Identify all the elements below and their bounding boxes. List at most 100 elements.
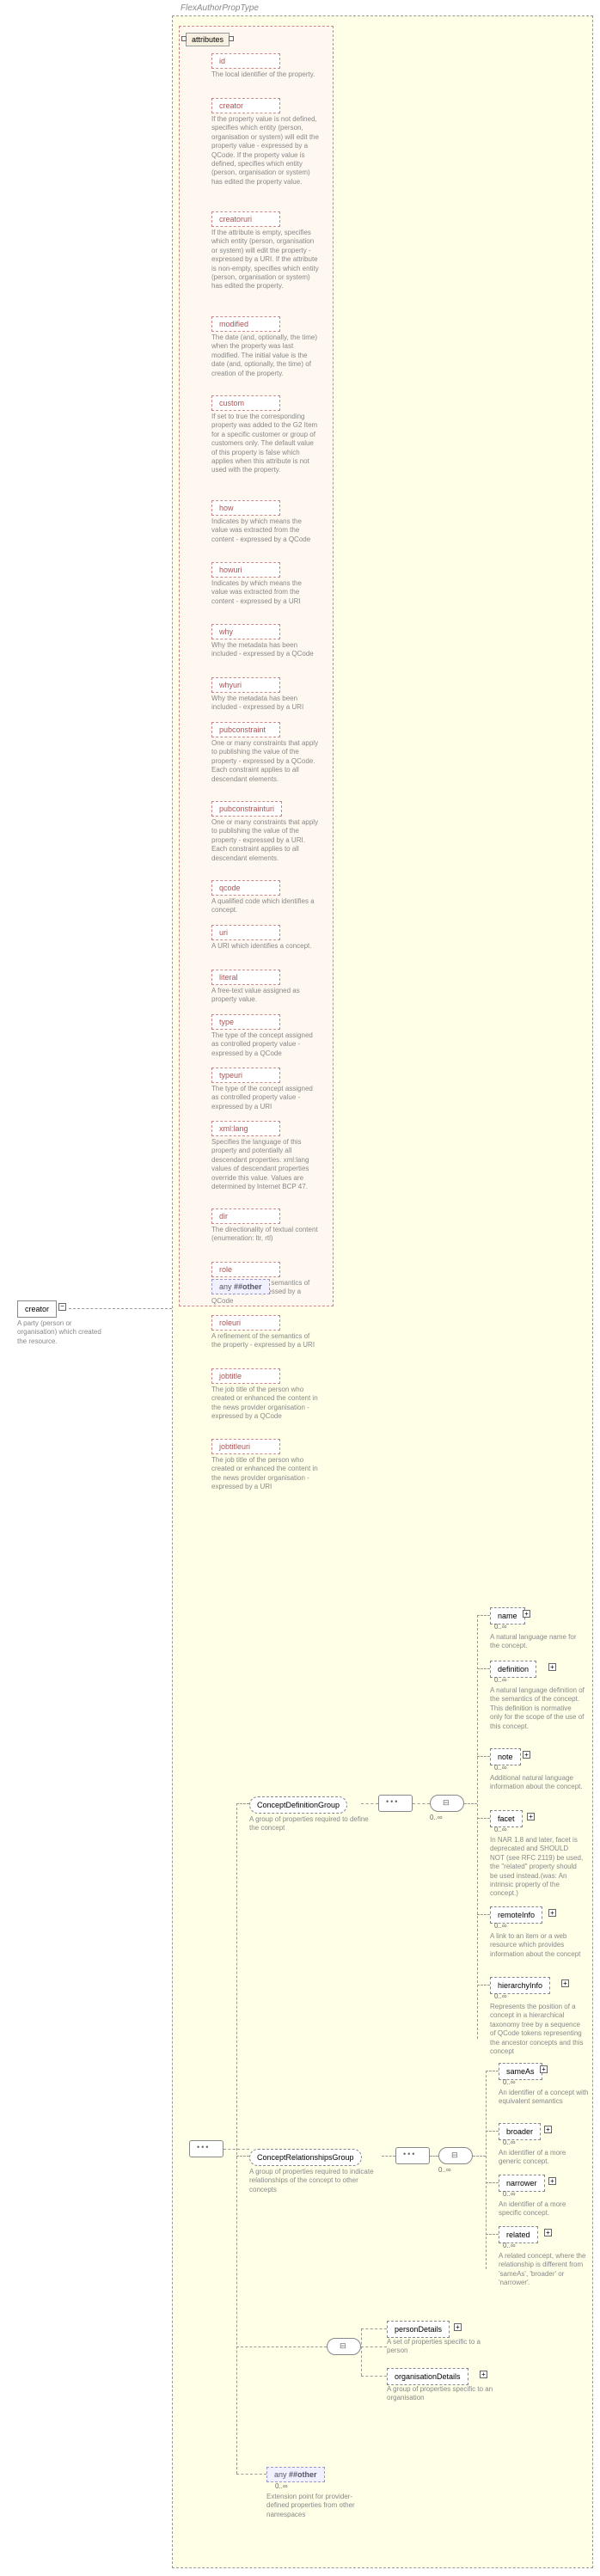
person-desc: A set of properties specific to a person — [387, 2338, 490, 2356]
attr-literal[interactable]: literal — [211, 970, 280, 985]
expand-icon[interactable]: + — [548, 1663, 556, 1671]
attr-role[interactable]: role — [211, 1262, 280, 1277]
sequence-icon — [189, 2140, 223, 2157]
expand-icon[interactable]: − — [58, 1303, 66, 1311]
attr-pubconstrainturi[interactable]: pubconstrainturi — [211, 801, 282, 817]
person-details[interactable]: personDetails — [387, 2321, 450, 2338]
elem-sameAs[interactable]: sameAs — [499, 2063, 542, 2080]
elem-desc: An identifier of a more generic concept. — [499, 2149, 589, 2167]
crg-group[interactable]: ConceptRelationshipsGroup — [249, 2149, 362, 2166]
elem-broader[interactable]: broader — [499, 2123, 541, 2140]
cardinality: 0..∞ — [494, 1922, 507, 1930]
elem-facet[interactable]: facet — [490, 1810, 523, 1827]
attributes-label: attributes — [192, 35, 223, 44]
expand-icon[interactable]: + — [523, 1610, 530, 1618]
root-desc: A party (person or organisation) which c… — [17, 1319, 103, 1346]
cardinality: 0..∞ — [494, 1623, 507, 1631]
expand-icon[interactable]: + — [527, 1813, 535, 1820]
cardinality: 0..∞ — [494, 1764, 507, 1771]
attr-desc: A free-text value assigned as property v… — [211, 987, 319, 1005]
attr-desc: The type of the concept assigned as cont… — [211, 1031, 319, 1058]
elem-narrower[interactable]: narrower — [499, 2175, 545, 2192]
cardinality: 0..∞ — [494, 1676, 507, 1684]
attr-modified[interactable]: modified — [211, 316, 280, 332]
attr-desc: The date (and, optionally, the time) whe… — [211, 333, 319, 378]
attributes-box[interactable]: attributes — [186, 33, 230, 46]
attr-desc: Why the metadata has been included - exp… — [211, 694, 319, 713]
elem-definition[interactable]: definition — [490, 1661, 536, 1678]
attr-desc: Indicates by which means the value was e… — [211, 579, 319, 606]
any-other-ext[interactable]: any ##other — [266, 2467, 325, 2482]
elem-name[interactable]: name — [490, 1607, 525, 1625]
attr-desc: If set to true the corresponding propert… — [211, 413, 319, 475]
choice-icon — [438, 2147, 473, 2164]
connector — [69, 1308, 172, 1309]
expand-icon[interactable]: + — [454, 2323, 462, 2331]
attr-whyuri[interactable]: whyuri — [211, 677, 280, 693]
root-element[interactable]: creator — [17, 1300, 57, 1318]
attr-id[interactable]: id — [211, 53, 280, 69]
attr-howuri[interactable]: howuri — [211, 562, 280, 578]
elem-desc: An identifier of a concept with equivale… — [499, 2089, 589, 2107]
cardinality: 0..∞ — [503, 2078, 516, 2086]
choice-icon — [430, 1795, 464, 1812]
attr-desc: A refinement of the semantics of the pro… — [211, 1332, 319, 1350]
attr-custom[interactable]: custom — [211, 395, 280, 411]
expand-icon[interactable]: + — [548, 1909, 556, 1917]
any-prefix: any — [274, 2470, 287, 2479]
attr-desc: The job title of the person who created … — [211, 1456, 319, 1492]
cardinality: 0..∞ — [503, 2242, 516, 2249]
cdg-label: ConceptDefinitionGroup — [257, 1801, 340, 1809]
elem-hierarchyInfo[interactable]: hierarchyInfo — [490, 1977, 550, 1994]
cdg-group[interactable]: ConceptDefinitionGroup — [249, 1796, 347, 1814]
root-label: creator — [25, 1305, 49, 1313]
org-desc: A group of properties specific to an org… — [387, 2385, 499, 2403]
attr-why[interactable]: why — [211, 624, 280, 639]
attr-jobtitle[interactable]: jobtitle — [211, 1368, 280, 1384]
attr-qcode[interactable]: qcode — [211, 880, 280, 896]
elem-desc: Represents the position of a concept in … — [490, 2003, 585, 2056]
attr-creator[interactable]: creator — [211, 98, 280, 113]
attr-type[interactable]: type — [211, 1014, 280, 1030]
attr-roleuri[interactable]: roleuri — [211, 1315, 280, 1331]
org-label: organisationDetails — [395, 2372, 461, 2381]
expand-icon[interactable]: + — [548, 2177, 556, 2185]
elem-desc: A link to an item or a web resource whic… — [490, 1932, 585, 1959]
attr-how[interactable]: how — [211, 500, 280, 516]
elem-desc: A natural language definition of the sem… — [490, 1686, 585, 1731]
expand-icon[interactable]: + — [561, 1979, 569, 1987]
attr-desc: A qualified code which identifies a conc… — [211, 897, 319, 915]
expand-icon[interactable]: + — [480, 2371, 487, 2378]
elem-related[interactable]: related — [499, 2226, 538, 2243]
attr-desc: The job title of the person who created … — [211, 1386, 319, 1422]
attr-jobtitleuri[interactable]: jobtitleuri — [211, 1439, 280, 1454]
attr-xml:lang[interactable]: xml:lang — [211, 1121, 280, 1136]
cdg-desc: A group of properties required to define… — [249, 1815, 370, 1833]
elem-note[interactable]: note — [490, 1748, 521, 1765]
expand-icon[interactable]: + — [523, 1751, 530, 1759]
attr-dir[interactable]: dir — [211, 1208, 280, 1224]
attr-desc: Specifies the language of this property … — [211, 1138, 319, 1191]
expand-icon[interactable]: + — [544, 2229, 552, 2236]
cardinality: 0..∞ — [494, 1826, 507, 1833]
cardinality: 0..∞ — [503, 2139, 516, 2146]
expand-icon[interactable]: + — [540, 2065, 548, 2073]
person-label: personDetails — [395, 2325, 442, 2334]
ext-desc: Extension point for provider-defined pro… — [266, 2493, 370, 2519]
elem-desc: A natural language name for the concept. — [490, 1633, 585, 1651]
crg-label: ConceptRelationshipsGroup — [257, 2153, 354, 2162]
any-other-attr[interactable]: any ##other — [211, 1279, 270, 1294]
any-ns: ##other — [234, 1282, 262, 1291]
attr-pubconstraint[interactable]: pubconstraint — [211, 722, 280, 737]
org-details[interactable]: organisationDetails — [387, 2368, 468, 2385]
attr-creatoruri[interactable]: creatoruri — [211, 211, 280, 227]
attr-desc: Indicates by which means the value was e… — [211, 517, 319, 544]
cardinality: 0..∞ — [503, 2190, 516, 2198]
attr-desc: The type of the concept assigned as cont… — [211, 1085, 319, 1111]
crg-desc: A group of properties required to indica… — [249, 2168, 378, 2194]
expand-icon[interactable]: + — [544, 2126, 552, 2133]
elem-remoteInfo[interactable]: remoteInfo — [490, 1906, 542, 1924]
elem-desc: Additional natural language information … — [490, 1774, 585, 1792]
attr-typeuri[interactable]: typeuri — [211, 1068, 280, 1083]
attr-uri[interactable]: uri — [211, 925, 280, 940]
